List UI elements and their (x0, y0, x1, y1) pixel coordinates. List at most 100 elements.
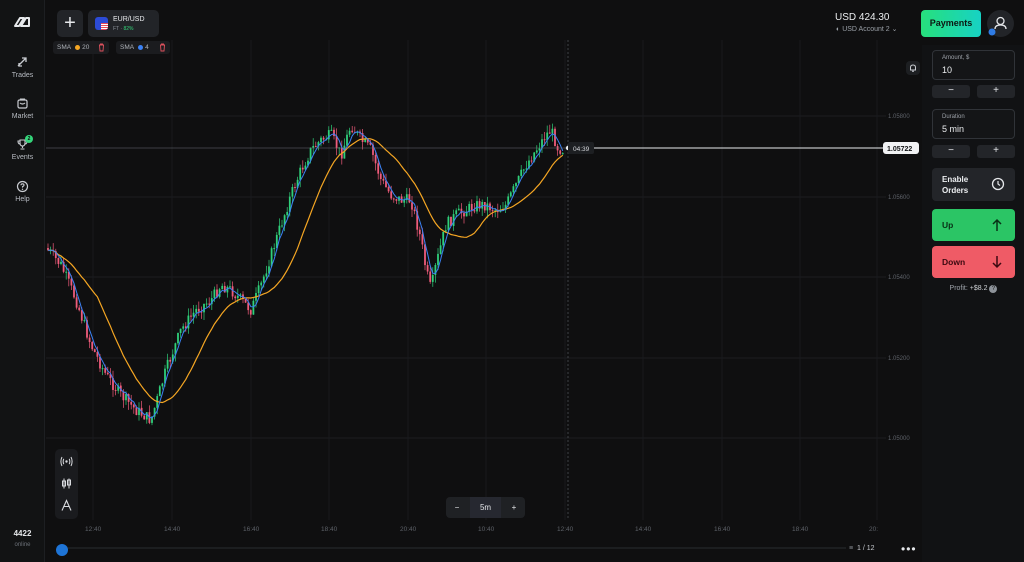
chart-area[interactable]: 1.05800 1.05600 1.05400 1.05200 1.05000 12:40… (46, 0, 921, 562)
indicator-sma-4[interactable]: SMA 4 (116, 41, 170, 54)
candle-body (229, 286, 231, 288)
duration-value[interactable]: 5 min (942, 124, 964, 134)
sidebar-item-label: Market (11, 113, 34, 120)
candle-body (442, 231, 445, 246)
account-selector[interactable]: ◐ USD Account 2 ⌄ (836, 25, 897, 33)
candle-body (73, 285, 75, 298)
price-tick-label: 1.05400 (888, 275, 910, 281)
arrow-up-icon (992, 218, 1002, 231)
drawing-icon[interactable] (60, 499, 73, 512)
indicator-sma-20[interactable]: SMA 20 (53, 41, 109, 54)
up-button[interactable]: Up (932, 209, 1015, 241)
candle-body (161, 383, 164, 387)
asset-selector[interactable]: EUR/USD FT · 82% (88, 10, 159, 37)
amount-decrease-button[interactable]: − (932, 85, 970, 98)
user-icon (988, 16, 1007, 36)
up-label: Up (942, 220, 954, 230)
sidebar-item-help[interactable]: Help (0, 180, 45, 203)
price-tick-label: 1.05800 (888, 114, 910, 120)
candle-body (114, 389, 117, 391)
indicator-period: 20 (82, 44, 90, 51)
duration-decrease-button[interactable]: − (932, 145, 970, 158)
down-button[interactable]: Down (932, 246, 1015, 278)
time-tick-label: 18:40 (321, 526, 338, 533)
candle-body (125, 394, 127, 401)
add-asset-button[interactable]: + (57, 10, 83, 37)
candle-body (437, 253, 439, 265)
candle-body (135, 407, 138, 416)
trash-icon[interactable] (159, 43, 166, 52)
more-options-button[interactable]: ••• (901, 542, 917, 556)
amount-increase-button[interactable]: + (977, 85, 1015, 98)
payout-percent: 82% (123, 26, 134, 32)
candle-body (57, 258, 60, 264)
chevron-down-icon: ⌄ (891, 26, 898, 33)
zoom-in-button[interactable]: + (503, 497, 525, 518)
candle-body (439, 245, 442, 254)
asset-type: FT (113, 26, 120, 32)
indicator-name: SMA (120, 44, 135, 51)
candle-body (348, 130, 351, 135)
timeframe-value[interactable]: 5m (470, 497, 501, 518)
account-type-icon: ◐ (836, 26, 841, 33)
online-count: 4422 (13, 529, 32, 538)
time-tick-label: 18:40 (792, 526, 809, 533)
candle-body (515, 183, 517, 187)
timeframe-control: − 5m + (446, 497, 525, 518)
candle-body (561, 153, 564, 155)
candle-body (418, 229, 421, 235)
time-tick-label: 20:40 (400, 526, 417, 533)
sidebar-item-market[interactable]: Market (0, 97, 45, 120)
account-balance[interactable]: USD 424.30 (835, 12, 889, 23)
candle-body (192, 312, 195, 317)
profit-value: +$8.2 (969, 285, 988, 292)
amount-field[interactable]: Amount, $ 10 (932, 50, 1015, 80)
candle-body (520, 169, 523, 176)
zoom-out-button[interactable]: − (446, 497, 468, 518)
candle-body (377, 163, 380, 174)
candle-body (182, 326, 185, 329)
candle-body (91, 342, 94, 350)
price-alert-button[interactable] (906, 61, 920, 75)
candle-body (143, 415, 146, 420)
candle-body (78, 307, 81, 311)
amount-value[interactable]: 10 (942, 65, 952, 75)
candle-body (265, 273, 268, 277)
candle-body (408, 194, 411, 203)
candle-body (249, 310, 252, 315)
candle-body (106, 372, 109, 375)
duration-field[interactable]: Duration 5 min (932, 109, 1015, 139)
candle-body (203, 303, 205, 313)
candle-body (330, 129, 333, 131)
sidebar-item-events[interactable]: 2 Events (0, 135, 45, 161)
payments-button[interactable]: Payments (921, 10, 981, 37)
candle-body (301, 167, 304, 170)
candle-body (486, 203, 489, 211)
candle-body (426, 265, 429, 272)
logo-icon[interactable] (11, 14, 33, 30)
candles-icon[interactable] (60, 477, 73, 490)
assistant-icon[interactable] (56, 544, 68, 556)
price-tick-label: 1.05200 (888, 356, 910, 362)
candle-body (166, 359, 169, 369)
sidebar-item-label: Events (11, 154, 34, 161)
duration-increase-button[interactable]: + (977, 145, 1015, 158)
candle-body (205, 303, 208, 305)
candle-body (483, 201, 486, 211)
avatar[interactable] (987, 10, 1014, 37)
candle-body (65, 271, 68, 273)
online-label: online (14, 542, 31, 548)
price-chart[interactable]: 1.05800 1.05600 1.05400 1.05200 1.05000 12:40… (46, 0, 921, 562)
candle-body (431, 275, 434, 282)
chart-pager[interactable]: ≡ 1 / 12 (849, 545, 875, 552)
signal-icon[interactable] (60, 455, 73, 468)
profit-label: Profit: (949, 285, 968, 292)
candle-body (169, 359, 172, 362)
account-name: USD Account 2 (842, 26, 890, 33)
candle-body (509, 192, 512, 197)
sidebar-item-trades[interactable]: Trades (0, 56, 45, 79)
enable-orders-button[interactable]: Enable Orders (932, 168, 1015, 201)
trash-icon[interactable] (98, 43, 105, 52)
info-icon[interactable]: ? (989, 285, 998, 293)
candle-body (395, 199, 398, 201)
